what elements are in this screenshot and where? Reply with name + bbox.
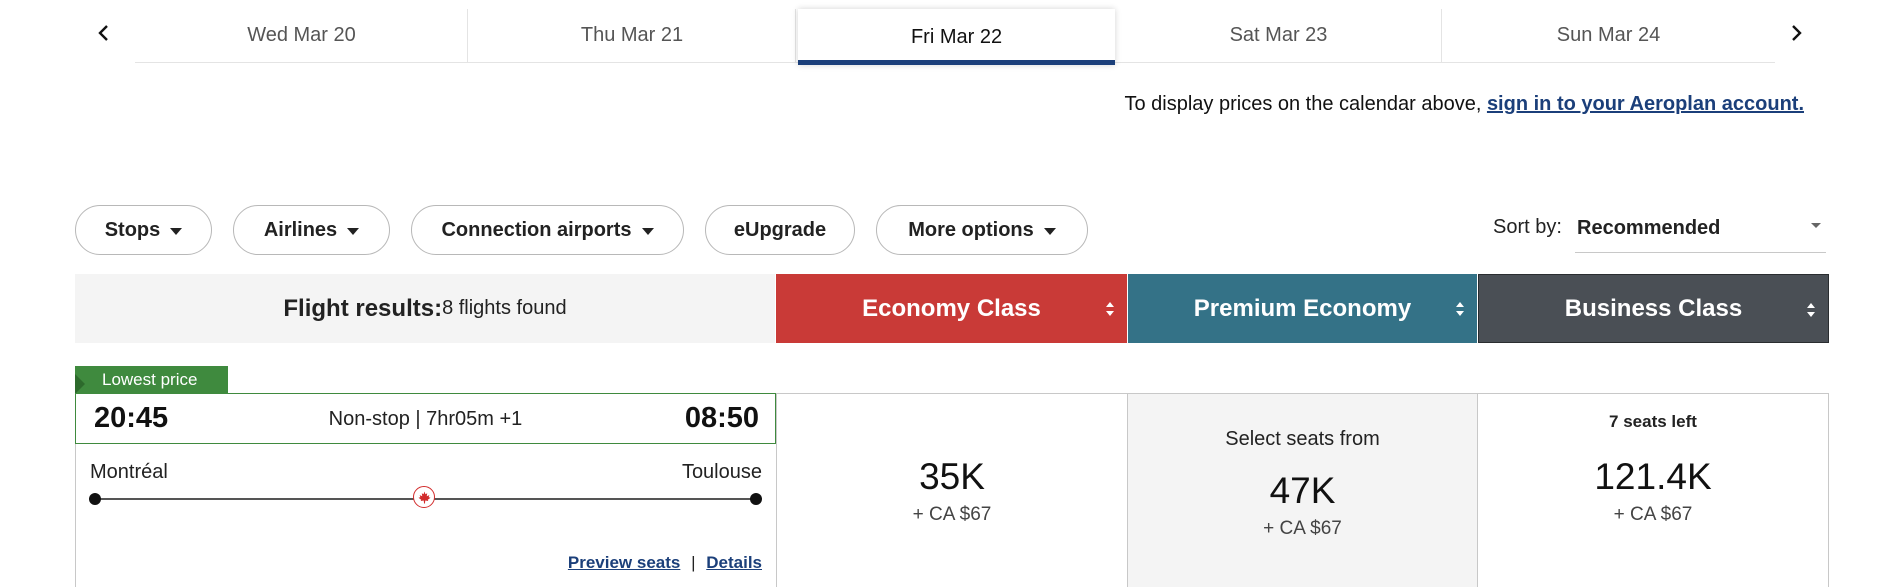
date-tab-wed-mar-20[interactable]: Wed Mar 20 bbox=[135, 9, 468, 62]
date-tab-sat-mar-23[interactable]: Sat Mar 23 bbox=[1115, 9, 1442, 62]
business-points-price: 121.4K bbox=[1594, 456, 1712, 497]
flight-results-label: Flight results: bbox=[283, 294, 443, 322]
seats-left-note: 7 seats left bbox=[1609, 412, 1697, 431]
economy-cash-fee: + CA $67 bbox=[912, 504, 992, 525]
sort-icon bbox=[1807, 303, 1815, 317]
destination-city: Toulouse bbox=[681, 461, 762, 483]
business-cash-fee: + CA $67 bbox=[1613, 504, 1693, 525]
sort-label: Sort by: bbox=[1493, 216, 1562, 238]
premium-economy-cash-fee: + CA $67 bbox=[1263, 518, 1342, 539]
flight-duration: Non-stop | 7hr05m +1 bbox=[328, 408, 523, 430]
date-tab-label: Wed Mar 20 bbox=[247, 24, 356, 46]
premium-economy-header[interactable]: Premium Economy bbox=[1128, 274, 1477, 343]
next-dates-button[interactable] bbox=[1782, 18, 1810, 48]
origin-dot bbox=[89, 493, 101, 505]
eupgrade-filter-label: eUpgrade bbox=[733, 218, 827, 241]
flight-times-row[interactable]: 20:45 Non-stop | 7hr05m +1 08:50 bbox=[75, 393, 776, 444]
signin-link[interactable]: sign in to your Aeroplan account. bbox=[1487, 93, 1804, 115]
economy-class-label: Economy Class bbox=[862, 294, 1041, 322]
more-options-filter-button[interactable]: More options bbox=[876, 205, 1088, 255]
origin-city: Montréal bbox=[90, 461, 168, 483]
eupgrade-filter-button[interactable]: eUpgrade bbox=[705, 205, 855, 255]
caret-down-icon bbox=[1811, 223, 1821, 228]
stops-filter-button[interactable]: Stops bbox=[75, 205, 212, 255]
business-class-label: Business Class bbox=[1564, 294, 1743, 322]
arrival-time: 08:50 bbox=[684, 402, 759, 434]
chevron-left-icon bbox=[98, 25, 108, 41]
air-canada-maple-leaf-icon bbox=[413, 486, 435, 508]
date-tab-label: Fri Mar 22 bbox=[910, 25, 1003, 48]
date-tabs: Wed Mar 20 Thu Mar 21 Fri Mar 22 Sat Mar… bbox=[135, 9, 1775, 65]
business-class-header[interactable]: Business Class bbox=[1478, 274, 1829, 343]
connection-airports-filter-label: Connection airports bbox=[441, 218, 632, 241]
date-tab-sun-mar-24[interactable]: Sun Mar 24 bbox=[1442, 9, 1775, 62]
sort-select[interactable]: Recommended bbox=[1575, 205, 1826, 253]
date-tab-label: Sat Mar 23 bbox=[1229, 24, 1328, 46]
sort-icon bbox=[1456, 302, 1464, 316]
airlines-filter-label: Airlines bbox=[263, 218, 338, 241]
previous-dates-button[interactable] bbox=[90, 18, 118, 48]
select-seats-note: Select seats from bbox=[1225, 428, 1380, 450]
sort-value: Recommended bbox=[1577, 217, 1721, 239]
flight-results-header: Flight results: 8 flights found bbox=[75, 274, 775, 343]
more-options-filter-label: More options bbox=[908, 218, 1034, 241]
sort-icon bbox=[1106, 302, 1114, 316]
date-tab-label: Thu Mar 21 bbox=[580, 24, 684, 46]
active-tab-indicator bbox=[798, 60, 1115, 65]
lowest-price-label: Lowest price bbox=[102, 370, 198, 389]
caret-down-icon bbox=[347, 227, 360, 235]
premium-economy-label: Premium Economy bbox=[1193, 294, 1412, 322]
date-tab-thu-mar-21[interactable]: Thu Mar 21 bbox=[468, 9, 796, 62]
destination-dot bbox=[750, 493, 762, 505]
signin-prompt-text: To display prices on the calendar above, bbox=[1124, 93, 1487, 115]
details-link[interactable]: Details bbox=[706, 553, 762, 572]
airlines-filter-button[interactable]: Airlines bbox=[233, 205, 390, 255]
lowest-price-badge: Lowest price bbox=[75, 366, 228, 394]
caret-down-icon bbox=[641, 227, 654, 235]
connection-airports-filter-button[interactable]: Connection airports bbox=[411, 205, 684, 255]
preview-seats-link[interactable]: Preview seats bbox=[568, 553, 680, 572]
economy-points-price: 35K bbox=[919, 456, 985, 497]
caret-down-icon bbox=[170, 227, 183, 235]
date-tab-fri-mar-22[interactable]: Fri Mar 22 bbox=[798, 9, 1115, 65]
flight-results-count: 8 flights found bbox=[442, 297, 567, 319]
chevron-right-icon bbox=[1792, 25, 1802, 41]
premium-economy-points-price: 47K bbox=[1269, 470, 1336, 511]
link-separator: | bbox=[691, 553, 696, 572]
economy-class-header[interactable]: Economy Class bbox=[776, 274, 1127, 343]
date-tab-label: Sun Mar 24 bbox=[1556, 24, 1661, 46]
flight-card-links: Preview seats | Details bbox=[568, 553, 762, 573]
premium-economy-price-cell[interactable]: Select seats from 47K + CA $67 bbox=[1127, 393, 1478, 587]
economy-price-cell[interactable]: 35K + CA $67 bbox=[776, 393, 1128, 587]
stops-filter-label: Stops bbox=[104, 218, 161, 241]
business-price-cell[interactable]: 7 seats left 121.4K + CA $67 bbox=[1477, 393, 1829, 587]
caret-down-icon bbox=[1043, 227, 1056, 235]
signin-prompt: To display prices on the calendar above,… bbox=[1124, 93, 1804, 116]
